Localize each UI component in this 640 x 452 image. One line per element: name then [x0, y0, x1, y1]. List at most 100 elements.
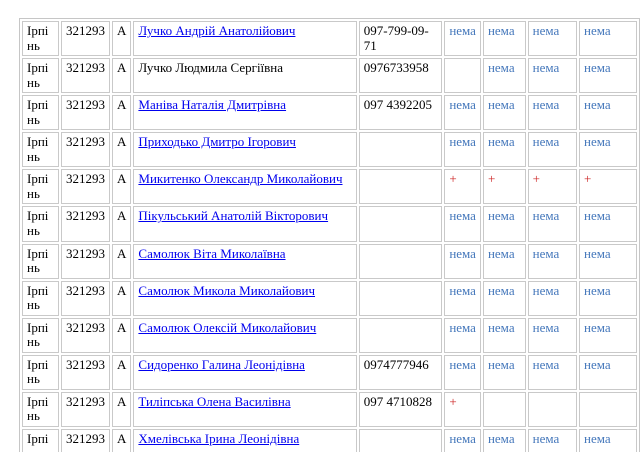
cell-status-1: нема — [444, 95, 481, 130]
cell-person-name: Микитенко Олександр Миколайович — [133, 169, 356, 204]
person-name-link[interactable]: Тиліпська Олена Василівна — [138, 394, 290, 409]
person-name-link[interactable]: Самолюк Микола Миколайович — [138, 283, 315, 298]
cell-status-2: нема — [483, 95, 526, 130]
cell-person-name: Самолюк Віта Миколаївна — [133, 244, 356, 279]
page-body: Ірпінь321293АЛучко Андрій Анатолійович09… — [0, 0, 640, 452]
cell-phone — [359, 132, 443, 167]
cell-person-name: Пікульський Анатолій Вікторович — [133, 206, 356, 241]
cell-city: Ірпінь — [22, 392, 59, 427]
status-nema-label: нема — [584, 23, 611, 38]
cell-postal-code: 321293 — [61, 58, 110, 93]
cell-person-name: Лучко Андрій Анатолійович — [133, 21, 356, 56]
cell-status-3: + — [528, 169, 577, 204]
cell-status-3: нема — [528, 429, 577, 452]
table-row: Ірпінь321293АЛучко Андрій Анатолійович09… — [22, 21, 637, 56]
status-nema-label: нема — [449, 208, 476, 223]
status-nema-label: нема — [488, 60, 515, 75]
cell-person-name: Самолюк Олексій Миколайович — [133, 318, 356, 353]
cell-status-4: нема — [579, 132, 637, 167]
cell-status-2: нема — [483, 244, 526, 279]
status-nema-label: нема — [449, 23, 476, 38]
cell-status-1: нема — [444, 429, 481, 452]
phone-directory-table: Ірпінь321293АЛучко Андрій Анатолійович09… — [19, 18, 640, 452]
status-nema-label: нема — [584, 283, 611, 298]
cell-letter: А — [112, 206, 131, 241]
cell-status-1: нема — [444, 318, 481, 353]
cell-status-4: + — [579, 169, 637, 204]
status-nema-label: нема — [533, 97, 560, 112]
person-name-link[interactable]: Микитенко Олександр Миколайович — [138, 171, 342, 186]
status-plus-mark: + — [488, 171, 495, 186]
table-row: Ірпінь321293АСидоренко Галина Леонідівна… — [22, 355, 637, 390]
person-name-link[interactable]: Приходько Дмитро Ігорович — [138, 134, 296, 149]
cell-status-2: нема — [483, 206, 526, 241]
cell-city: Ірпінь — [22, 355, 59, 390]
cell-phone: 097 4710828 — [359, 392, 443, 427]
cell-status-3: нема — [528, 281, 577, 316]
cell-status-4: нема — [579, 58, 637, 93]
cell-status-3: нема — [528, 318, 577, 353]
cell-status-1: нема — [444, 132, 481, 167]
cell-status-1: нема — [444, 281, 481, 316]
cell-letter: А — [112, 392, 131, 427]
cell-status-2: нема — [483, 355, 526, 390]
status-nema-label: нема — [488, 357, 515, 372]
status-nema-label: нема — [449, 134, 476, 149]
cell-city: Ірпінь — [22, 429, 59, 452]
cell-status-4: нема — [579, 429, 637, 452]
cell-city: Ірпінь — [22, 169, 59, 204]
cell-postal-code: 321293 — [61, 95, 110, 130]
person-name-link[interactable]: Пікульський Анатолій Вікторович — [138, 208, 328, 223]
status-nema-label: нема — [533, 320, 560, 335]
person-name-link[interactable]: Хмелівська Ірина Леонідівна — [138, 431, 299, 446]
cell-person-name: Приходько Дмитро Ігорович — [133, 132, 356, 167]
cell-person-name: Лучко Людмила Сергіївна — [133, 58, 356, 93]
cell-status-1 — [444, 58, 481, 93]
person-name-link[interactable]: Маніва Наталія Дмитрівна — [138, 97, 286, 112]
status-nema-label: нема — [449, 97, 476, 112]
cell-person-name: Самолюк Микола Миколайович — [133, 281, 356, 316]
cell-phone: 097 4392205 — [359, 95, 443, 130]
person-name-link[interactable]: Самолюк Віта Миколаївна — [138, 246, 285, 261]
status-nema-label: нема — [533, 357, 560, 372]
status-nema-label: нема — [533, 23, 560, 38]
person-name-link[interactable]: Сидоренко Галина Леонідівна — [138, 357, 305, 372]
cell-status-2: + — [483, 169, 526, 204]
cell-status-1: + — [444, 169, 481, 204]
cell-city: Ірпінь — [22, 281, 59, 316]
table-row: Ірпінь321293АЛучко Людмила Сергіївна0976… — [22, 58, 637, 93]
cell-status-1: нема — [444, 21, 481, 56]
cell-letter: А — [112, 429, 131, 452]
cell-city: Ірпінь — [22, 58, 59, 93]
table-row: Ірпінь321293АСамолюк Микола Миколайовичн… — [22, 281, 637, 316]
cell-postal-code: 321293 — [61, 132, 110, 167]
status-plus-mark: + — [584, 171, 591, 186]
cell-status-4: нема — [579, 21, 637, 56]
cell-phone: 097-799-09-71 — [359, 21, 443, 56]
cell-phone: 0976733958 — [359, 58, 443, 93]
status-nema-label: нема — [449, 357, 476, 372]
cell-letter: А — [112, 132, 131, 167]
cell-city: Ірпінь — [22, 95, 59, 130]
cell-phone — [359, 318, 443, 353]
cell-status-4: нема — [579, 206, 637, 241]
cell-letter: А — [112, 281, 131, 316]
status-nema-label: нема — [488, 97, 515, 112]
table-row: Ірпінь321293АПриходько Дмитро Ігоровичне… — [22, 132, 637, 167]
cell-postal-code: 321293 — [61, 429, 110, 452]
cell-phone: 0974777946 — [359, 355, 443, 390]
cell-status-3: нема — [528, 21, 577, 56]
cell-phone — [359, 169, 443, 204]
cell-city: Ірпінь — [22, 244, 59, 279]
status-plus-mark: + — [533, 171, 540, 186]
cell-status-1: нема — [444, 244, 481, 279]
cell-letter: А — [112, 95, 131, 130]
table-row: Ірпінь321293А Хмелівська Ірина Леонідівна… — [22, 429, 637, 452]
person-name-link[interactable]: Лучко Андрій Анатолійович — [138, 23, 295, 38]
cell-status-2: нема — [483, 21, 526, 56]
person-name-link[interactable]: Самолюк Олексій Миколайович — [138, 320, 316, 335]
status-nema-label: нема — [584, 431, 611, 446]
status-nema-label: нема — [533, 246, 560, 261]
cell-status-4: нема — [579, 281, 637, 316]
cell-person-name: Тиліпська Олена Василівна — [133, 392, 356, 427]
